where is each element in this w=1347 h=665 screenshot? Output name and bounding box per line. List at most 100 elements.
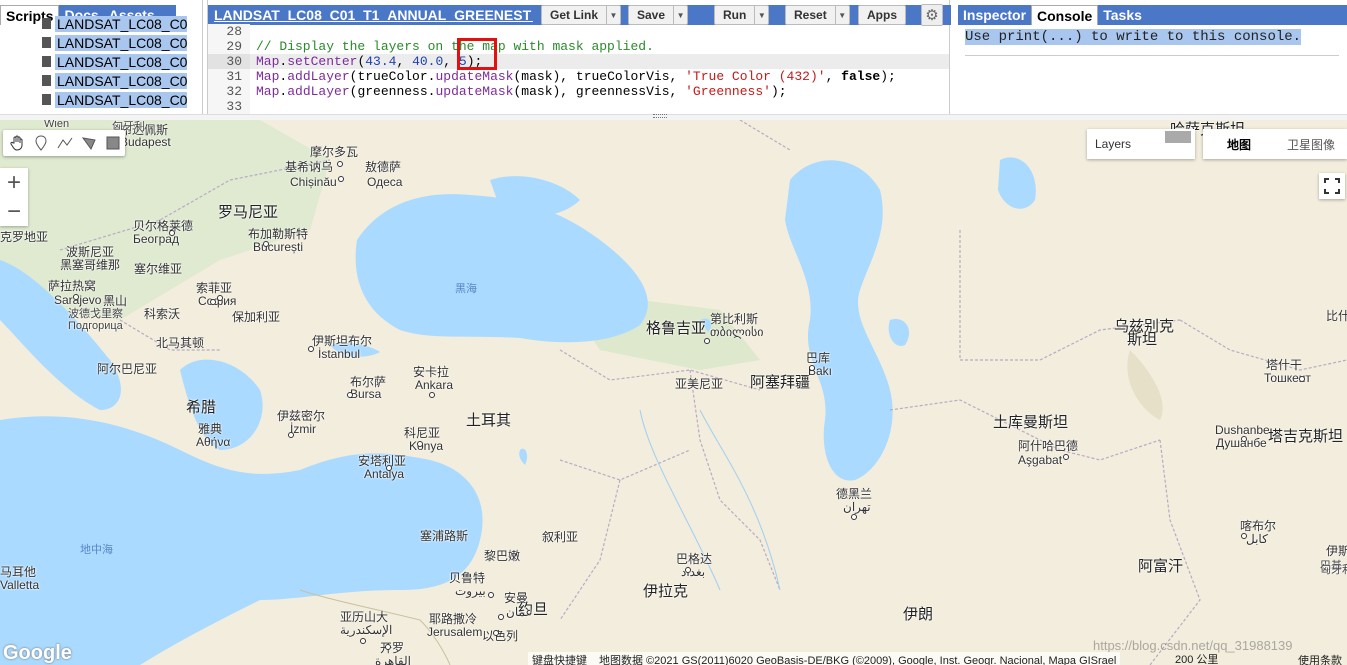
map-label: 黑山 xyxy=(103,294,128,308)
run-button[interactable]: Run ▼ xyxy=(714,5,770,25)
fullscreen-icon[interactable] xyxy=(1319,173,1345,199)
city-marker xyxy=(347,392,353,398)
zoom-out-button[interactable]: − xyxy=(0,197,28,226)
map-label: 阿富汗 xyxy=(1138,558,1184,575)
keyboard-shortcuts-link[interactable]: 键盘快捷键 xyxy=(532,652,587,665)
tab-tasks[interactable]: Tasks xyxy=(1098,5,1147,25)
get-link-button[interactable]: Get Link ▼ xyxy=(541,5,622,25)
map-label: 比什 xyxy=(1326,309,1347,323)
map-label: Chișinău xyxy=(290,175,337,189)
map-label: 土库曼斯坦 xyxy=(993,414,1069,431)
save-button[interactable]: Save ▼ xyxy=(628,5,689,25)
right-panel: Inspector Console Tasks Use print(...) t… xyxy=(958,0,1347,114)
map-label: Antalya xyxy=(364,467,405,481)
code-editor-panel: LANDSAT_LC08_C01_T1_ANNUAL_GREENEST_T...… xyxy=(207,0,951,114)
code-line[interactable]: 30 Map.setCenter(43.4, 40.0, 5); xyxy=(208,54,949,69)
map-label: 伊拉克 xyxy=(643,583,689,600)
tab-inspector[interactable]: Inspector xyxy=(958,5,1031,25)
city-marker xyxy=(488,592,494,598)
map-label: 阿什哈巴德 xyxy=(1018,439,1079,453)
zoom-in-button[interactable]: + xyxy=(0,168,28,197)
code-area[interactable]: 28 29 // Display the layers on the map wit… xyxy=(208,24,949,114)
map-scale: 200 公里 xyxy=(1175,654,1219,665)
chevron-down-icon[interactable]: ▼ xyxy=(673,6,687,24)
code-line[interactable]: 28 xyxy=(208,24,949,39)
script-title[interactable]: LANDSAT_LC08_C01_T1_ANNUAL_GREENEST_T... xyxy=(208,7,533,23)
map-label: 阿尔巴尼亚 xyxy=(97,362,158,376)
map-label: 塞尔维亚 xyxy=(134,262,183,276)
file-icon xyxy=(42,75,51,86)
map-label: Valletta xyxy=(0,578,40,592)
map-label: 以色列 xyxy=(482,629,519,643)
code-line[interactable]: 31 Map.addLayer(trueColor.updateMask(mask… xyxy=(208,69,949,84)
map-label: Αθήνα xyxy=(196,435,231,449)
chevron-down-icon[interactable]: ▼ xyxy=(606,6,620,24)
city-marker xyxy=(1241,533,1247,539)
tab-console[interactable]: Console xyxy=(1031,5,1099,25)
map-label: 罗马尼亚 xyxy=(218,204,279,221)
chevron-down-icon[interactable]: ▼ xyxy=(834,6,849,24)
right-tabbar: Inspector Console Tasks xyxy=(958,5,1347,25)
console-output: Use print(...) to write to this console. xyxy=(965,29,1302,45)
script-file[interactable]: LANDSAT_LC08_C0... xyxy=(0,90,203,109)
map-label: 叙利亚 xyxy=(542,530,579,544)
map-label: 格鲁吉亚 xyxy=(646,320,707,337)
line-draw-icon[interactable] xyxy=(55,133,75,153)
map-label: თბილისი xyxy=(710,325,764,339)
file-icon xyxy=(42,56,51,67)
city-marker xyxy=(288,432,294,438)
file-icon xyxy=(42,37,51,48)
map-label: کابل xyxy=(1246,532,1268,546)
line-number: 33 xyxy=(208,99,250,114)
hand-pan-icon[interactable] xyxy=(7,133,27,153)
map-label: Jerusalem xyxy=(427,625,483,639)
map-type-satellite-button[interactable]: 卫星图像 xyxy=(1275,129,1347,159)
script-file[interactable]: LANDSAT_LC08_C0... xyxy=(0,52,203,71)
file-icon xyxy=(42,18,51,29)
reset-button[interactable]: Reset ▼ xyxy=(785,5,850,25)
polygon-draw-icon[interactable] xyxy=(79,133,99,153)
city-marker xyxy=(493,630,499,636)
map-label: 伊斯兰 xyxy=(1326,544,1347,558)
apps-button[interactable]: Apps xyxy=(858,5,906,25)
point-marker-icon[interactable] xyxy=(31,133,51,153)
map-label: الإسكندرية xyxy=(340,623,393,637)
map-type-map-button[interactable]: 地图 xyxy=(1203,129,1275,159)
map-label: Budapest xyxy=(120,135,171,149)
city-marker xyxy=(385,644,391,650)
map-label: القاهرة xyxy=(375,654,411,665)
city-marker xyxy=(498,614,504,620)
map-label: Konya xyxy=(409,439,444,453)
map-label: 北马其顿 xyxy=(156,336,205,350)
gear-icon[interactable]: ⚙ xyxy=(921,4,943,26)
zoom-control: + − xyxy=(0,168,28,226)
map-label: 黑海 xyxy=(455,283,477,295)
earth-engine-code-editor: Scripts Docs Assets LANDSAT_LC08_C0... L… xyxy=(0,0,1347,665)
code-line[interactable]: 32 Map.addLayer(greenness.updateMask(mask… xyxy=(208,84,949,99)
city-marker xyxy=(685,567,691,573)
map-label: Aşgabat xyxy=(1018,453,1063,467)
splitter-grip-icon[interactable] xyxy=(653,114,667,118)
code-line[interactable]: 29 // Display the layers on the map with … xyxy=(208,39,949,54)
highlight-box xyxy=(457,38,497,70)
map-view[interactable]: 摩尔多瓦 基希讷乌 Chișinău 敖德萨 Одеса 罗马尼亚 贝尔格莱德 Београд… xyxy=(0,120,1347,665)
chevron-down-icon[interactable]: ▼ xyxy=(754,6,768,24)
map-attribution: 键盘快捷键 地图数据 ©2021 GS(2011)6020 GeoBasis-D… xyxy=(528,652,1121,665)
city-marker xyxy=(851,514,857,520)
divider xyxy=(965,55,1339,56)
script-file[interactable]: LANDSAT_LC08_C0... xyxy=(0,71,203,90)
code-line[interactable]: 33 xyxy=(208,99,949,114)
city-marker xyxy=(169,230,175,236)
script-file[interactable]: LANDSAT_LC08_C0... xyxy=(0,33,203,52)
city-marker xyxy=(809,365,815,371)
map-label: Одеса xyxy=(367,175,403,189)
map-label: Ankara xyxy=(415,378,454,392)
layers-button[interactable]: Layers xyxy=(1087,129,1195,159)
terms-link[interactable]: 使用条款 xyxy=(1298,652,1342,665)
script-file[interactable]: LANDSAT_LC08_C0... xyxy=(0,14,203,33)
left-panel: Scripts Docs Assets LANDSAT_LC08_C0... L… xyxy=(0,0,203,114)
map-label: 伊朗 xyxy=(903,606,934,623)
layers-toggle[interactable] xyxy=(1165,131,1191,143)
rectangle-draw-icon[interactable] xyxy=(103,133,123,153)
map-data-text: 地图数据 ©2021 GS(2011)6020 GeoBasis-DE/BKG … xyxy=(599,655,1117,665)
